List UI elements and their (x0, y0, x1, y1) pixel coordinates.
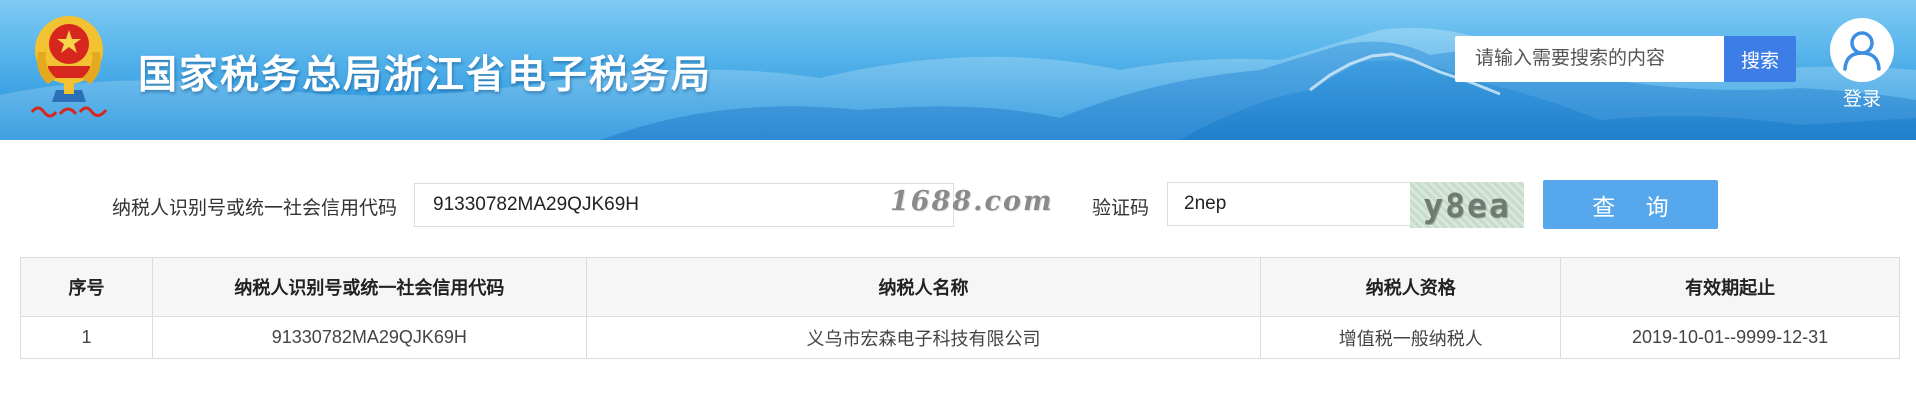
taxpayer-id-label: 纳税人识别号或统一社会信用代码 (112, 198, 398, 219)
captcha-input[interactable] (1167, 182, 1413, 226)
captcha-image[interactable]: y8ea (1410, 182, 1524, 228)
cell-taxpayer-name: 义乌市宏森电子科技有限公司 (585, 316, 1262, 359)
column-header-taxpayer-name: 纳税人名称 (585, 257, 1262, 317)
cell-validity-period: 2019-10-01--9999-12-31 (1560, 316, 1900, 359)
table-row: 1 91330782MA29QJK69H 义乌市宏森电子科技有限公司 增值税一般… (20, 316, 1900, 359)
taxpayer-id-input[interactable] (414, 183, 954, 227)
site-search-input[interactable] (1455, 36, 1725, 82)
column-header-taxpayer-id: 纳税人识别号或统一社会信用代码 (151, 257, 587, 317)
column-header-index: 序号 (20, 257, 153, 317)
tax-emblem-logo (26, 12, 112, 124)
user-avatar[interactable] (1830, 18, 1894, 82)
site-title: 国家税务总局浙江省电子税务局 (138, 54, 713, 97)
cell-index: 1 (20, 316, 153, 359)
captcha-label: 验证码 (1092, 198, 1150, 219)
watermark: 1688.com (890, 186, 1054, 217)
cell-qualification: 增值税一般纳税人 (1260, 316, 1562, 359)
table-header-row: 序号 纳税人识别号或统一社会信用代码 纳税人名称 纳税人资格 有效期起止 (20, 257, 1900, 317)
captcha-image-text: y8ea (1423, 185, 1511, 225)
site-search-button[interactable]: 搜索 (1724, 36, 1796, 82)
national-emblem-icon (30, 16, 108, 118)
cell-taxpayer-id: 91330782MA29QJK69H (151, 316, 587, 359)
query-button[interactable]: 查 询 (1543, 180, 1718, 229)
header-banner: 国家税务总局浙江省电子税务局 搜索 登录 (0, 0, 1916, 140)
column-header-validity-period: 有效期起止 (1560, 257, 1900, 317)
login-label[interactable]: 登录 (1826, 84, 1898, 111)
login-button[interactable]: 登录 (1826, 18, 1898, 111)
results-table: 序号 纳税人识别号或统一社会信用代码 纳税人名称 纳税人资格 有效期起止 1 9… (20, 257, 1900, 359)
user-icon (1843, 31, 1881, 71)
column-header-qualification: 纳税人资格 (1260, 257, 1562, 317)
